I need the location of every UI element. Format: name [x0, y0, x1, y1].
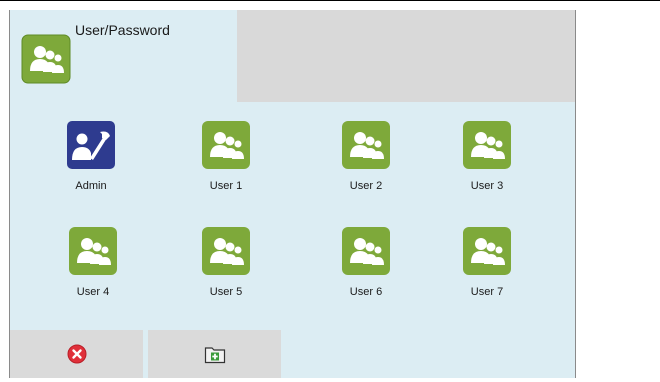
tile-label: Admin — [75, 180, 107, 192]
tile-user-1[interactable]: User 1 — [186, 120, 266, 210]
users-icon — [202, 227, 250, 275]
users-icon — [463, 227, 511, 275]
add-user-button[interactable] — [148, 330, 281, 378]
add-folder-icon — [204, 347, 225, 364]
tile-user-7[interactable]: User 7 — [447, 226, 527, 316]
page-title: User/Password — [75, 22, 170, 38]
tile-label: User 1 — [209, 180, 243, 192]
tile-label: User 2 — [349, 180, 383, 192]
tile-user-3[interactable]: User 3 — [447, 120, 527, 210]
tile-user-2[interactable]: User 2 — [326, 120, 406, 210]
close-circle-icon — [67, 344, 86, 364]
users-icon — [463, 121, 511, 169]
users-icon — [69, 227, 117, 275]
tile-label: User 6 — [349, 286, 383, 298]
users-icon — [202, 121, 250, 169]
tile-user-5[interactable]: User 5 — [186, 226, 266, 316]
top-border — [0, 0, 660, 1]
tile-label: User 5 — [209, 286, 243, 298]
tile-user-4[interactable]: User 4 — [53, 226, 133, 316]
users-icon — [342, 121, 390, 169]
users-icon — [21, 34, 71, 84]
tile-label: User 7 — [470, 286, 504, 298]
tile-label: User 3 — [470, 180, 504, 192]
close-button[interactable] — [10, 330, 143, 378]
admin-tools-icon — [67, 121, 115, 169]
tile-admin[interactable]: Admin — [51, 120, 131, 210]
header-gray-panel — [237, 10, 575, 102]
tile-user-6[interactable]: User 6 — [326, 226, 406, 316]
tile-label: User 4 — [76, 286, 110, 298]
users-icon — [342, 227, 390, 275]
